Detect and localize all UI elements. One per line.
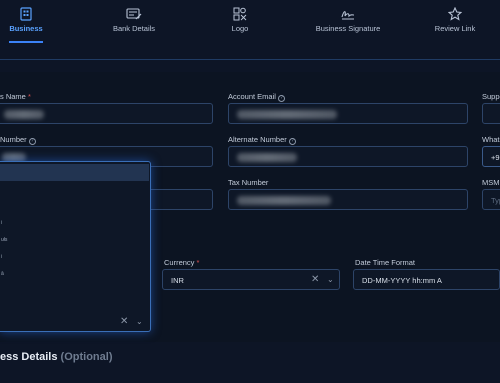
tab-label: Business Signature	[315, 24, 381, 33]
list-item[interactable]: ułs	[0, 232, 149, 249]
tax-number-label: Tax Number	[228, 178, 269, 187]
list-item[interactable]: ā	[0, 266, 149, 283]
tab-label: Bank Details	[112, 24, 156, 33]
settings-tabs: Business Bank Details Logo Business Sign…	[0, 0, 500, 60]
support-label: Suppo	[482, 92, 500, 101]
tab-business[interactable]: Business	[0, 7, 71, 43]
dropdown-menu: i ułs i ā ✕ ⌄	[0, 161, 151, 332]
phone-number-label: Number?	[0, 135, 36, 145]
section-title: ess Details (Optional)	[0, 351, 113, 363]
tab-label: Business	[9, 24, 43, 33]
msme-input[interactable]: Typ	[482, 189, 500, 210]
tab-review-link[interactable]: Review Link	[410, 7, 500, 33]
building-icon	[20, 7, 32, 21]
alternate-number-label: Alternate Number?	[228, 135, 296, 145]
clear-icon[interactable]: ✕	[120, 316, 128, 327]
currency-label: Currency *	[164, 258, 200, 267]
tax-number-input[interactable]	[228, 189, 468, 210]
help-icon: ?	[277, 95, 285, 102]
business-name-input[interactable]	[0, 103, 213, 124]
business-name-label: s Name *	[0, 92, 31, 101]
list-item[interactable]: i	[0, 215, 149, 232]
whatsapp-input[interactable]: +9	[482, 146, 500, 167]
help-icon: ?	[288, 138, 296, 145]
bank-card-icon	[126, 8, 142, 20]
account-email-label: Account Email?	[228, 92, 285, 102]
tab-bank-details[interactable]: Bank Details	[89, 7, 179, 33]
account-email-input[interactable]	[228, 103, 468, 124]
alternate-number-input[interactable]	[228, 146, 468, 167]
support-input[interactable]	[482, 103, 500, 124]
logo-image-icon	[233, 7, 247, 21]
date-time-format-label: Date Time Format	[355, 258, 416, 267]
currency-select[interactable]: INR ✕ ⌄	[162, 269, 340, 290]
list-item[interactable]	[0, 198, 149, 215]
msme-label: MSME	[482, 178, 500, 187]
tab-label: Logo	[231, 24, 249, 33]
tab-label: Review Link	[434, 24, 476, 33]
list-item[interactable]	[0, 300, 149, 317]
chevron-down-icon[interactable]: ⌄	[327, 275, 334, 284]
signature-icon	[341, 11, 355, 20]
chevron-down-icon[interactable]: ⌄	[136, 317, 143, 326]
list-item[interactable]	[0, 164, 149, 181]
help-icon: ?	[28, 138, 36, 145]
list-item[interactable]	[0, 181, 149, 198]
tab-logo[interactable]: Logo	[195, 7, 285, 33]
clear-icon[interactable]: ✕	[311, 274, 319, 285]
list-item[interactable]	[0, 283, 149, 300]
list-item[interactable]: i	[0, 249, 149, 266]
date-time-format-select[interactable]: DD-MM-YYYY hh:mm A	[353, 269, 500, 290]
star-icon	[448, 7, 462, 21]
tab-business-signature[interactable]: Business Signature	[303, 7, 393, 33]
whatsapp-label: Whats	[482, 135, 500, 144]
